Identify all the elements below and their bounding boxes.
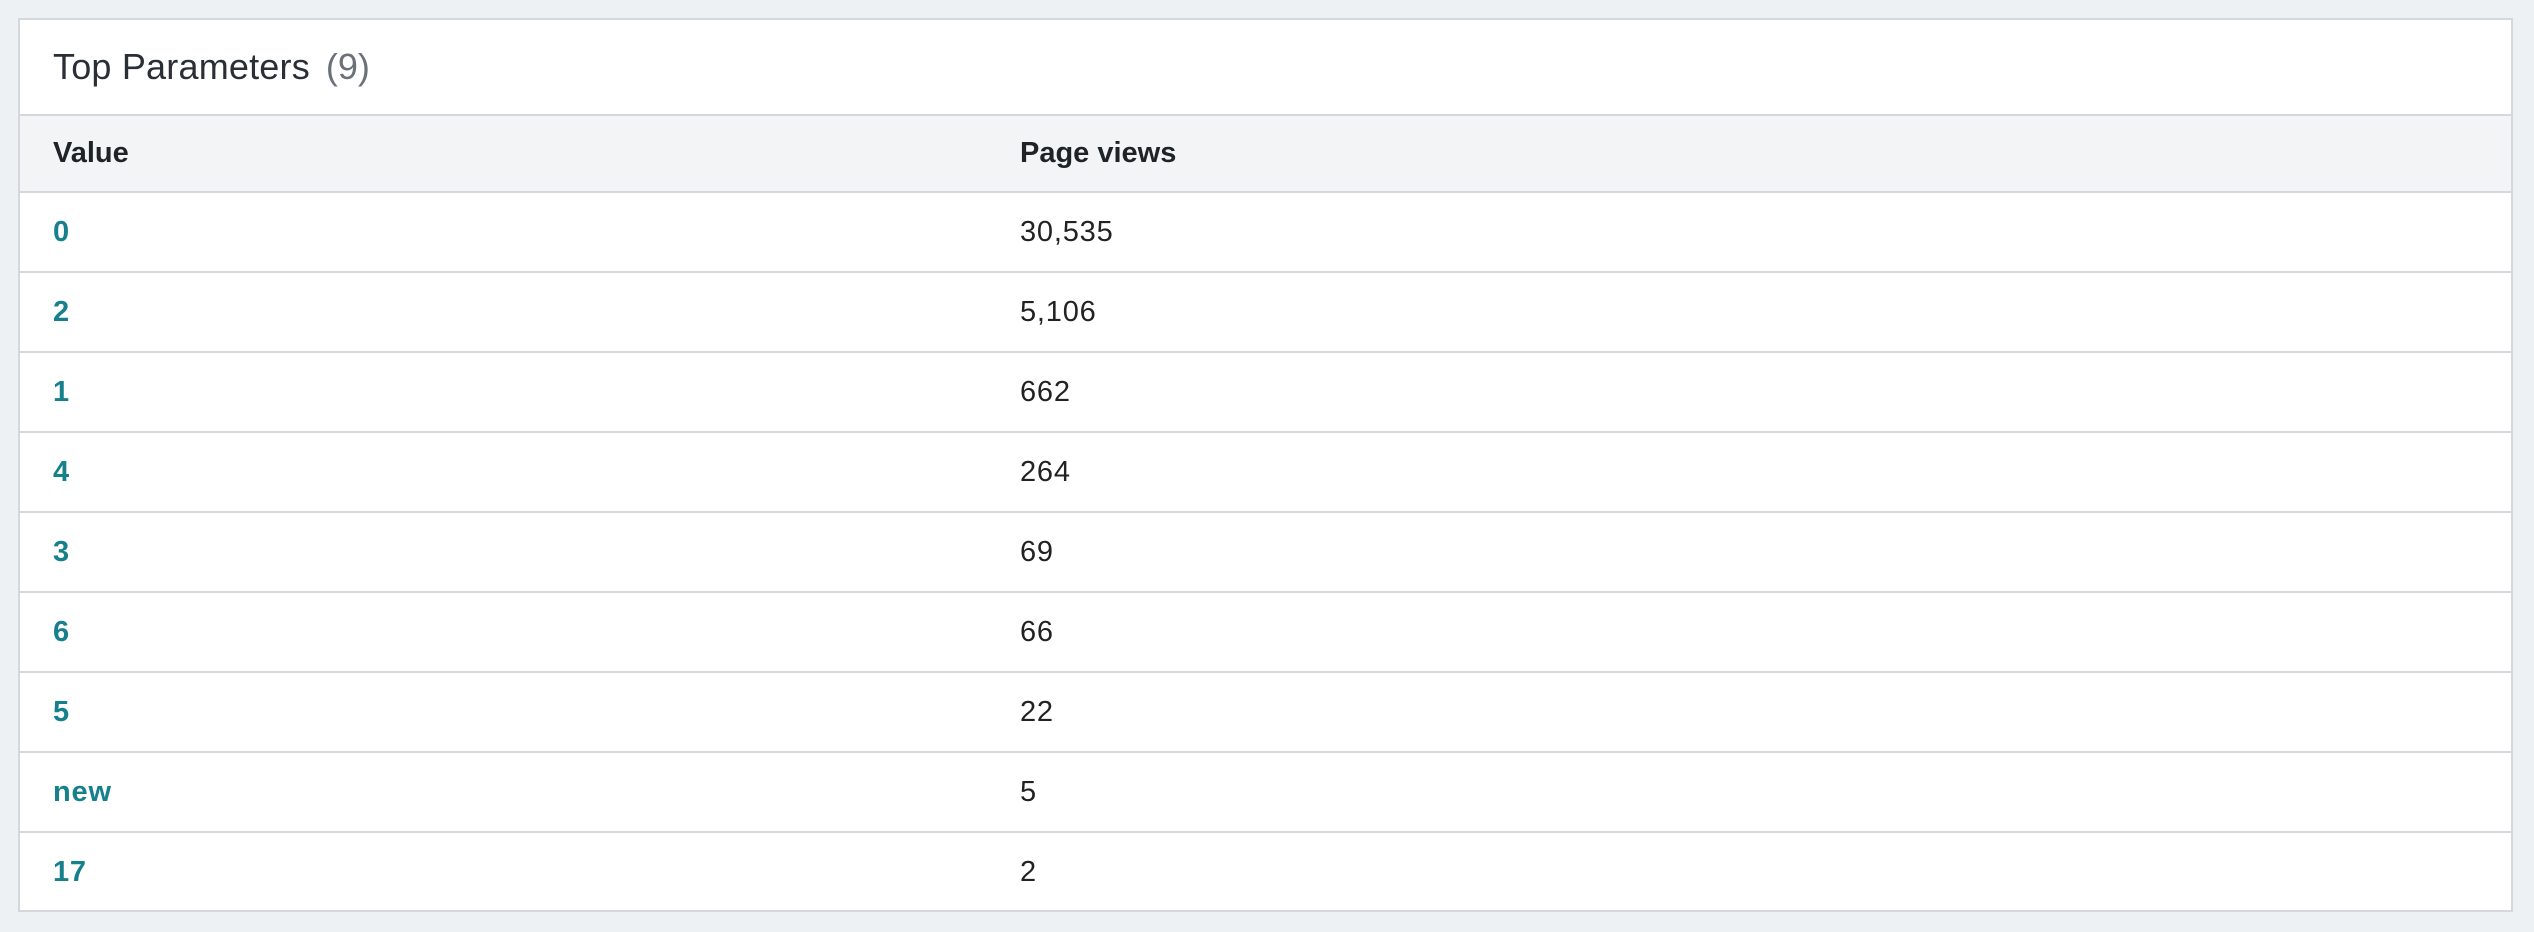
- table-row: 3 69: [20, 512, 2511, 593]
- table-row: 2 5,106: [20, 272, 2511, 353]
- value-link[interactable]: 6: [53, 616, 70, 648]
- value-link[interactable]: 4: [53, 456, 70, 488]
- column-header-page-views[interactable]: Page views: [1020, 116, 2511, 193]
- parameters-table: Value Page views 0 30,535 2 5,106 1 66 2 …: [20, 116, 2511, 911]
- table-row: 17 2: [20, 832, 2511, 911]
- table-row: 0 30,535: [20, 192, 2511, 273]
- value-link[interactable]: new: [53, 776, 112, 808]
- page-views-cell: 30,535: [1020, 192, 2511, 273]
- table-row: 5 22: [20, 672, 2511, 753]
- value-link[interactable]: 17: [53, 856, 87, 888]
- column-header-value[interactable]: Value: [20, 116, 1020, 193]
- page-views-cell: 2: [1020, 855, 1037, 888]
- page-views-cell: 66: [1020, 592, 2511, 673]
- table-header-row: Value Page views: [20, 116, 2511, 193]
- panel-title: Top Parameters: [53, 46, 310, 87]
- panel-count: (9): [325, 46, 370, 87]
- top-parameters-panel: Top Parameters (9) Value Page views 0 30…: [18, 18, 2513, 912]
- panel-header: Top Parameters (9): [20, 20, 2511, 116]
- page-views-cell: 69: [1020, 512, 2511, 593]
- value-link[interactable]: 0: [53, 216, 70, 248]
- value-link[interactable]: 5: [53, 696, 70, 728]
- page-views-cell: 5: [1020, 752, 2511, 833]
- table-row: 4 264: [20, 432, 2511, 513]
- value-link[interactable]: 2: [53, 296, 70, 328]
- page-views-cell: 5,106: [1020, 272, 2511, 353]
- value-link[interactable]: 1: [53, 376, 70, 408]
- table-row: 6 66: [20, 592, 2511, 673]
- value-link[interactable]: 3: [53, 536, 70, 568]
- page-views-cell: 662: [1020, 352, 2511, 433]
- table-row: new 5: [20, 752, 2511, 833]
- page-views-cell: 22: [1020, 672, 2511, 753]
- table-row: 1 662: [20, 352, 2511, 433]
- page-views-cell: 264: [1020, 432, 2511, 513]
